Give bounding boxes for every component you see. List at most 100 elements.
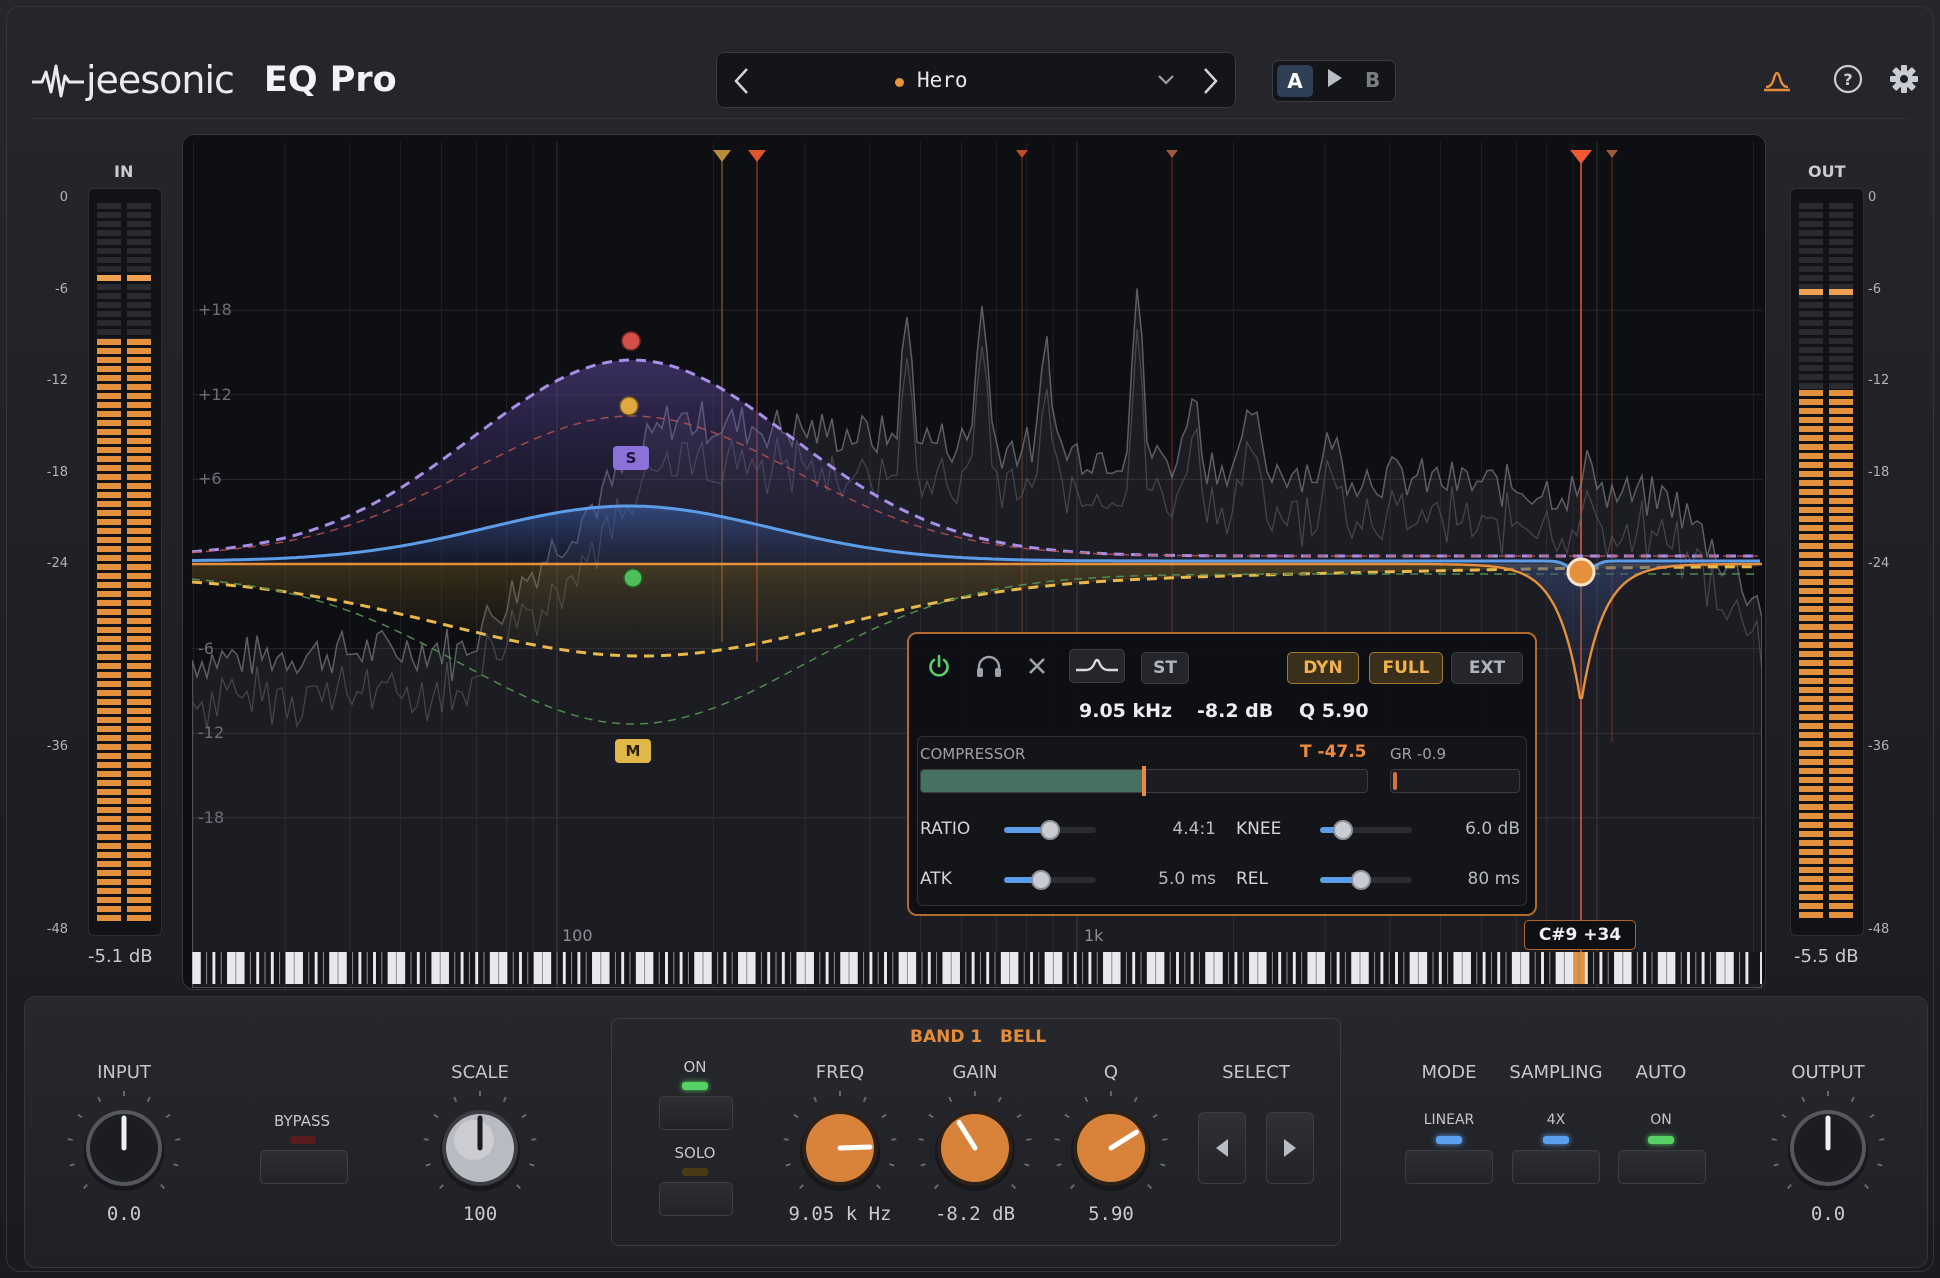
band-delete-button[interactable] xyxy=(1019,649,1055,683)
input-knob[interactable] xyxy=(60,1088,188,1212)
stereo-mode-button[interactable]: ST xyxy=(1141,652,1189,684)
q-knob[interactable] xyxy=(1047,1088,1175,1212)
gain-scale-label: +6 xyxy=(198,469,222,489)
release-value: 80 ms xyxy=(1467,869,1520,889)
output-value: 0.0 xyxy=(1810,1203,1846,1225)
ratio-slider-knob[interactable] xyxy=(1040,820,1060,840)
side-node-tag[interactable]: S xyxy=(613,446,649,470)
gain-value: -8.2 dB xyxy=(934,1203,1016,1225)
ab-copy-button[interactable] xyxy=(1326,67,1344,94)
attack-slider-knob[interactable] xyxy=(1030,870,1051,890)
knee-label: KNEE xyxy=(1236,819,1282,839)
gain-reduction-fill xyxy=(1393,772,1397,790)
knee-slider-knob[interactable] xyxy=(1333,820,1353,840)
chevron-left-icon xyxy=(734,68,748,94)
gain-label: GAIN xyxy=(952,1062,998,1083)
auto-led xyxy=(1648,1136,1674,1144)
analyzer-icon[interactable] xyxy=(1760,62,1794,96)
help-icon[interactable]: ? xyxy=(1831,62,1865,96)
auto-label: AUTO xyxy=(1635,1062,1687,1083)
release-slider-knob[interactable] xyxy=(1351,870,1372,890)
gain-reduction-meter xyxy=(1390,769,1520,793)
preset-dropdown-button[interactable] xyxy=(1157,65,1175,101)
compressor-level-meter[interactable] xyxy=(920,766,1368,796)
freq-value: 9.05 k Hz xyxy=(788,1203,892,1225)
ab-compare: A B xyxy=(1272,60,1396,102)
piano-keyboard[interactable] xyxy=(192,952,1762,984)
meter-scale-label: -24 xyxy=(46,556,68,571)
mode-value: LINEAR xyxy=(1423,1112,1475,1128)
preset-name[interactable]: Hero xyxy=(917,68,968,92)
band-solo-label: SOLO xyxy=(674,1144,716,1162)
band-node-mid[interactable] xyxy=(623,568,643,588)
preset-selector[interactable]: Hero xyxy=(716,52,1236,108)
mid-node-tag[interactable]: M xyxy=(615,739,651,763)
freq-label: FREQ xyxy=(815,1062,865,1083)
bell-shape-icon xyxy=(1076,658,1118,672)
band-power-button[interactable] xyxy=(921,649,957,683)
bypass-button[interactable] xyxy=(260,1150,348,1184)
out-meter-left-level xyxy=(1799,389,1823,921)
svg-text:?: ? xyxy=(1843,70,1852,89)
out-meter-right-peak xyxy=(1829,289,1853,296)
gain-scale-label: -18 xyxy=(198,807,225,827)
band-on-led xyxy=(682,1082,708,1090)
gain-knob[interactable] xyxy=(911,1088,1039,1212)
meter-scale-label: 0 xyxy=(1868,190,1877,205)
in-meter-right xyxy=(127,203,151,921)
attack-value: 5.0 ms xyxy=(1158,869,1216,889)
ratio-label: RATIO xyxy=(920,819,971,839)
band-listen-button[interactable] xyxy=(971,649,1007,683)
select-next-band-button[interactable] xyxy=(1266,1112,1314,1184)
attack-slider[interactable] xyxy=(1004,870,1096,890)
release-slider[interactable] xyxy=(1320,870,1412,890)
out-meter xyxy=(1790,188,1864,936)
external-sidechain-button[interactable]: EXT xyxy=(1451,652,1523,684)
scale-knob[interactable] xyxy=(416,1088,544,1212)
band-q-value[interactable]: Q 5.90 xyxy=(1299,700,1369,722)
ratio-slider[interactable] xyxy=(1004,820,1096,840)
select-prev-band-button[interactable] xyxy=(1198,1112,1246,1184)
next-preset-button[interactable] xyxy=(1185,53,1235,109)
dynamic-button[interactable]: DYN xyxy=(1287,652,1359,684)
ab-a-button[interactable]: A xyxy=(1277,65,1313,97)
threshold-handle[interactable] xyxy=(1142,766,1146,796)
brand-wave-icon xyxy=(32,64,84,98)
band-freq-value[interactable]: 9.05 kHz xyxy=(1079,700,1172,722)
scale-value: 100 xyxy=(462,1203,498,1225)
band-solo-led xyxy=(682,1168,708,1176)
auto-gain-button[interactable] xyxy=(1618,1150,1706,1184)
band-on-button[interactable] xyxy=(659,1096,733,1130)
gain-scale-label: -12 xyxy=(198,723,225,743)
in-meter-readout: -5.1 dB xyxy=(88,946,153,967)
meter-scale-label: -24 xyxy=(1868,556,1890,571)
band-node-selected[interactable] xyxy=(1566,557,1596,587)
triangle-left-icon xyxy=(1216,1139,1228,1157)
band-solo-button[interactable] xyxy=(659,1182,733,1216)
ab-b-button[interactable]: B xyxy=(1365,68,1380,92)
sampling-led xyxy=(1543,1136,1569,1144)
ratio-value: 4.4:1 xyxy=(1172,819,1216,839)
prev-preset-button[interactable] xyxy=(717,53,767,109)
knee-slider[interactable] xyxy=(1320,820,1412,840)
mode-led xyxy=(1436,1136,1462,1144)
freq-knob[interactable] xyxy=(776,1088,904,1212)
band-node-side[interactable] xyxy=(621,331,641,351)
out-meter-left xyxy=(1799,203,1823,921)
bypass-label: BYPASS xyxy=(273,1112,331,1130)
mode-label: MODE xyxy=(1421,1062,1477,1083)
mode-button[interactable] xyxy=(1405,1150,1493,1184)
gain-scale-label: +18 xyxy=(198,300,232,320)
band-type[interactable]: BELL xyxy=(1000,1027,1046,1047)
in-meter-left xyxy=(97,203,121,921)
sampling-label: SAMPLING xyxy=(1509,1062,1603,1083)
gear-icon[interactable] xyxy=(1887,62,1921,96)
sampling-button[interactable] xyxy=(1512,1150,1600,1184)
full-band-button[interactable]: FULL xyxy=(1369,652,1443,684)
band-gain-value[interactable]: -8.2 dB xyxy=(1197,700,1273,722)
piano-black-key[interactable] xyxy=(1748,952,1761,984)
in-meter-right-level xyxy=(127,339,151,921)
output-knob[interactable] xyxy=(1764,1088,1892,1212)
band-node-stereo[interactable] xyxy=(619,396,639,416)
band-shape-button[interactable] xyxy=(1069,649,1125,683)
